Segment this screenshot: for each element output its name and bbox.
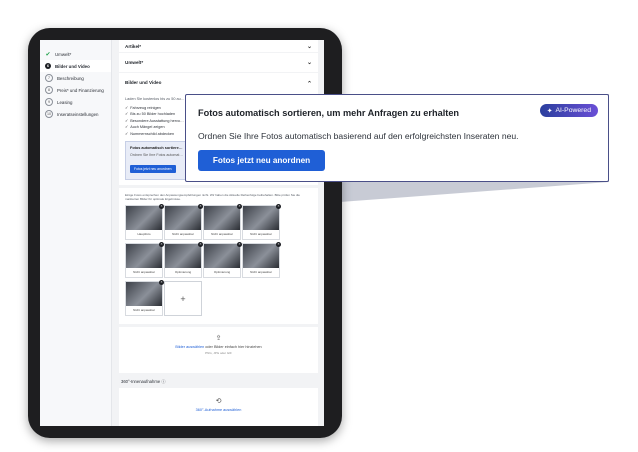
select-360-link[interactable]: 360°-Aufnahme auswählen xyxy=(119,408,318,412)
photo-tile[interactable]: Optimierung × xyxy=(164,242,203,279)
sidebar-item-leasing[interactable]: 9 Leasing xyxy=(40,96,111,108)
auto-sort-popup: Fotos automatisch sortieren, um mehr Anf… xyxy=(185,94,609,182)
reorder-photos-button[interactable]: Fotos jetzt neu anordnen xyxy=(198,150,325,171)
car-photo xyxy=(204,206,240,231)
rotate-icon: ⟲ xyxy=(215,398,222,406)
photo-tile[interactable]: Hauptfoto × xyxy=(125,204,164,241)
check-icon: ✓ xyxy=(125,131,129,136)
upload-text: oder Bilder einfach hier hinziehen xyxy=(204,345,262,350)
photo-tile[interactable]: Nicht anpassbar × xyxy=(164,204,203,241)
accordion-title: Umwelt* xyxy=(125,60,144,65)
car-photo xyxy=(126,244,162,269)
photo-tile[interactable]: Nicht anpassbar × xyxy=(203,204,242,241)
step-number: 8 xyxy=(45,86,53,94)
select-images-link[interactable]: Bilder auswählen xyxy=(175,345,204,349)
car-photo xyxy=(165,244,201,269)
sidebar-item-label: Bilder und Video xyxy=(55,63,90,69)
remove-icon[interactable]: × xyxy=(276,204,281,210)
sidebar-item-label: Umwelt* xyxy=(55,51,72,57)
photo-tile[interactable]: Nicht anpassbar × xyxy=(125,242,164,279)
sidebar-item-label: Leasing xyxy=(57,99,73,105)
popup-description: Ordnen Sie Ihre Fotos automatisch basier… xyxy=(198,131,519,141)
popup-title: Fotos automatisch sortieren, um mehr Anf… xyxy=(198,108,460,118)
photo-tile[interactable]: Optimierung × xyxy=(203,242,242,279)
photo-tile[interactable]: Nicht anpassbar × xyxy=(125,280,164,317)
accordion-bilder[interactable]: Bilder und Video ⌄ xyxy=(119,73,318,92)
photo-tile[interactable]: Nicht anpassbar × xyxy=(242,204,281,241)
sidebar-item-label: Beschreibung xyxy=(57,75,84,81)
car-photo xyxy=(165,206,201,231)
photos-card: Einige Fotos entsprechen den Anpassungse… xyxy=(119,188,318,325)
add-photo-tile[interactable]: + xyxy=(164,281,202,317)
upload-dropzone[interactable]: ⇪ Bilder auswählen oder Bilder einfach h… xyxy=(119,327,318,374)
sidebar-item-bilder[interactable]: 6 Bilder und Video xyxy=(40,60,111,72)
sidebar-item-umwelt[interactable]: ✔ Umwelt* xyxy=(40,48,111,60)
sidebar-item-inseratseinstellungen[interactable]: 10 Inseratseinstellungen xyxy=(40,108,111,120)
upload-hint: PNG, JPG oder GIF xyxy=(205,351,232,356)
step-number: 7 xyxy=(45,74,53,82)
step-number: 6 xyxy=(45,63,51,69)
accordion-artikel[interactable]: Artikel* ⌄ xyxy=(119,40,318,52)
reorder-photos-button-small[interactable]: Fotos jetzt neu anordnen xyxy=(130,165,176,174)
check-icon: ✓ xyxy=(125,112,129,117)
car-photo xyxy=(126,282,162,307)
upload-icon: ⇪ xyxy=(215,335,222,343)
car-photo xyxy=(126,206,162,231)
check-icon: ✓ xyxy=(125,125,129,130)
step-number: 10 xyxy=(45,110,53,118)
sidebar-item-beschreibung[interactable]: 7 Beschreibung xyxy=(40,72,111,84)
car-photo xyxy=(243,244,279,269)
rotation-dropzone[interactable]: ⟲ 360°-Aufnahme auswählen xyxy=(119,388,318,426)
accordion-umwelt[interactable]: Umwelt* ⌄ xyxy=(119,53,318,72)
photo-tile[interactable]: Nicht anpassbar × xyxy=(242,242,281,279)
check-icon: ✓ xyxy=(125,106,129,110)
car-photo xyxy=(243,206,279,231)
accordion-title: Artikel* xyxy=(125,43,142,49)
sidebar-item-label: Inseratseinstellungen xyxy=(57,111,99,117)
rotation-heading: 360°-Innenaufnahme ⓘ xyxy=(121,379,166,385)
accordion-title: Bilder und Video xyxy=(125,80,162,85)
car-photo xyxy=(204,244,240,269)
sparkle-icon: ✦ xyxy=(546,107,553,115)
sidebar-item-label: Preis* und Finanzierung xyxy=(57,87,104,93)
chevron-down-icon: ⌄ xyxy=(306,43,312,50)
chevron-up-icon: ⌄ xyxy=(306,79,312,85)
badge-label: AI-Powered xyxy=(555,107,591,114)
remove-icon[interactable]: × xyxy=(276,242,281,248)
check-icon: ✓ xyxy=(125,118,129,123)
check-icon: ✔ xyxy=(45,51,51,58)
photo-grid: Hauptfoto × Nicht anpassbar × Nicht anpass… xyxy=(125,204,312,317)
step-number: 9 xyxy=(45,98,53,106)
photos-note: Einige Fotos entsprechen den Anpassungse… xyxy=(125,193,300,202)
ai-powered-badge: ✦ AI-Powered xyxy=(539,104,598,117)
sidebar: ✔ Umwelt* 6 Bilder und Video 7 Beschreib… xyxy=(40,40,112,426)
chevron-down-icon: ⌄ xyxy=(306,60,312,66)
sidebar-item-preis[interactable]: 8 Preis* und Finanzierung xyxy=(40,84,111,96)
